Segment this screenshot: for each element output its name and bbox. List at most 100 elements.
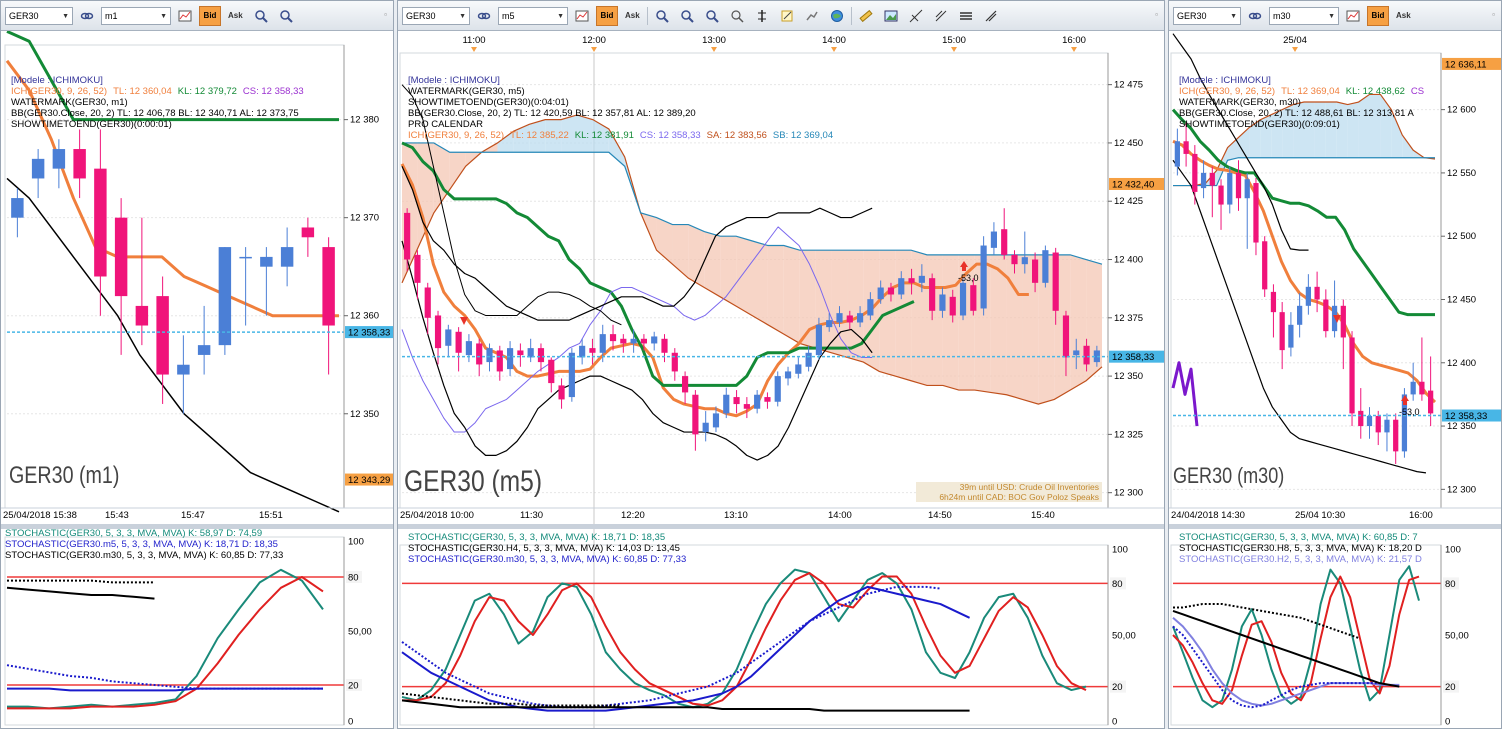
lines-menu-icon[interactable] — [955, 6, 977, 26]
image-icon[interactable] — [880, 6, 902, 26]
timeframe-select[interactable]: m5 ▼ — [498, 6, 568, 25]
note-icon[interactable] — [776, 6, 798, 26]
chart-settings-icon[interactable] — [801, 6, 823, 26]
legend-row: SHOWTIMETOEND(GER30)(0:09:01) — [1179, 119, 1340, 130]
candle-body — [1001, 229, 1008, 255]
candle-body — [1200, 172, 1207, 189]
timeframe-value: m5 — [502, 10, 515, 21]
candle-body — [671, 352, 678, 372]
time-tick-label: 12:20 — [621, 510, 645, 521]
link-icon[interactable] — [1244, 6, 1266, 26]
candle-body — [805, 352, 812, 367]
chart-toolbar: GER30 ▼ m5 ▼ Bid Ask ▫ — [398, 1, 1164, 31]
timeframe-value: m30 — [1273, 10, 1291, 21]
candle-body — [826, 320, 833, 328]
candle-body — [114, 217, 128, 297]
bid-button[interactable]: Bid — [596, 5, 618, 26]
instrument-select[interactable]: GER30 ▼ — [402, 6, 470, 25]
ask-button[interactable]: Ask — [621, 6, 644, 26]
indicator-icon[interactable] — [751, 6, 773, 26]
zoom-out-icon[interactable] — [676, 6, 698, 26]
globe-icon[interactable] — [826, 6, 848, 26]
stoch-tick-label: 100 — [1445, 545, 1461, 556]
window-options-icon[interactable]: ▫ — [1492, 10, 1495, 19]
stoch-tick-label: 20 — [1445, 682, 1456, 693]
candle-body — [558, 385, 565, 400]
candle-body — [1375, 415, 1381, 433]
legend-row: WATERMARK(GER30, m30) — [1179, 97, 1301, 108]
zoom-out-icon[interactable] — [275, 6, 297, 26]
ask-button[interactable]: Ask — [1392, 6, 1415, 26]
candle-body — [52, 149, 66, 169]
candle-body — [414, 254, 421, 283]
cloud-segment — [831, 250, 848, 358]
draw-tools-icon[interactable] — [930, 6, 952, 26]
candle-body — [589, 348, 596, 353]
bid-button[interactable]: Bid — [199, 5, 221, 26]
annotation-label: -53,0 — [1399, 407, 1420, 417]
candle-body — [754, 394, 761, 409]
candle-body — [507, 348, 514, 370]
candle-body — [620, 338, 627, 344]
crosshair-icon[interactable] — [905, 6, 927, 26]
candle-body — [846, 315, 853, 323]
ruler-icon[interactable] — [855, 6, 877, 26]
candle-body — [424, 287, 431, 318]
candle-body — [795, 364, 802, 374]
price-tag-label: 12 358,33 — [348, 328, 390, 339]
candle-body — [1227, 172, 1233, 205]
legend-row: PRO CALENDAR — [408, 119, 483, 130]
candle-body — [918, 275, 925, 283]
candle-body — [1218, 185, 1224, 205]
window-options-icon[interactable]: ▫ — [384, 10, 387, 19]
stoch-legend-row: STOCHASTIC(GER30.m5, 5, 3, 3, MVA, MVA) … — [5, 539, 278, 550]
instrument-select[interactable]: GER30 ▼ — [1173, 6, 1241, 25]
instrument-select[interactable]: GER30 ▼ — [5, 6, 73, 25]
calendar-event: 6h24m until CAD: BOC Gov Poloz Speaks — [939, 492, 1099, 502]
candle-body — [434, 315, 442, 349]
link-icon[interactable] — [76, 6, 98, 26]
legend-part: KL: 12 379,72 — [178, 86, 237, 97]
price-tag-label: 12 432,40 — [1112, 179, 1154, 190]
legend-row: BB(GER30.Close, 20, 2) TL: 12 488,61 BL:… — [1179, 108, 1415, 119]
candle-body — [980, 245, 987, 309]
magnifier-select-icon[interactable] — [726, 6, 748, 26]
zoom-fit-icon[interactable] — [701, 6, 723, 26]
legend-part: TL: 12 360,04 — [113, 86, 172, 97]
candle-body — [537, 348, 545, 363]
cloud-segment — [1070, 254, 1087, 391]
cloud-segment — [942, 254, 959, 391]
ask-button[interactable]: Ask — [224, 6, 247, 26]
pen-icon[interactable] — [980, 6, 1002, 26]
price-tick-label: 12 600 — [1447, 105, 1476, 116]
top-time-tick: 13:00 — [702, 35, 726, 46]
candle-body — [1270, 291, 1277, 313]
zoom-in-icon[interactable] — [651, 6, 673, 26]
top-time-tick: 14:00 — [822, 35, 846, 46]
candle-body — [661, 338, 668, 353]
legend-part: CS — [1411, 86, 1424, 97]
stoch-tick-label: 80 — [1112, 579, 1123, 590]
candle-body — [1410, 381, 1416, 395]
time-tick-label: 11:30 — [520, 510, 543, 521]
candle-body — [239, 256, 252, 259]
chart-type-icon[interactable] — [174, 6, 196, 26]
pane-separator — [398, 524, 1164, 529]
candle-body — [280, 247, 294, 267]
candle-body — [692, 394, 699, 435]
zoom-in-icon[interactable] — [250, 6, 272, 26]
chart-type-icon[interactable] — [1342, 6, 1364, 26]
time-tick-label: 15:43 — [105, 510, 129, 521]
timeframe-select[interactable]: m30 ▼ — [1269, 6, 1339, 25]
candle-body — [630, 338, 637, 344]
link-icon[interactable] — [473, 6, 495, 26]
chart-type-icon[interactable] — [571, 6, 593, 26]
candle-body — [568, 352, 575, 398]
window-options-icon[interactable]: ▫ — [1155, 10, 1158, 19]
legend-part: KL: 12 438,62 — [1346, 86, 1405, 97]
candle-body — [949, 296, 956, 316]
timeframe-select[interactable]: m1 ▼ — [101, 6, 171, 25]
time-tick-label: 25/04/2018 15:38 — [3, 510, 77, 521]
legend-part: TL: 12 369,04 — [1281, 86, 1340, 97]
bid-button[interactable]: Bid — [1367, 5, 1389, 26]
